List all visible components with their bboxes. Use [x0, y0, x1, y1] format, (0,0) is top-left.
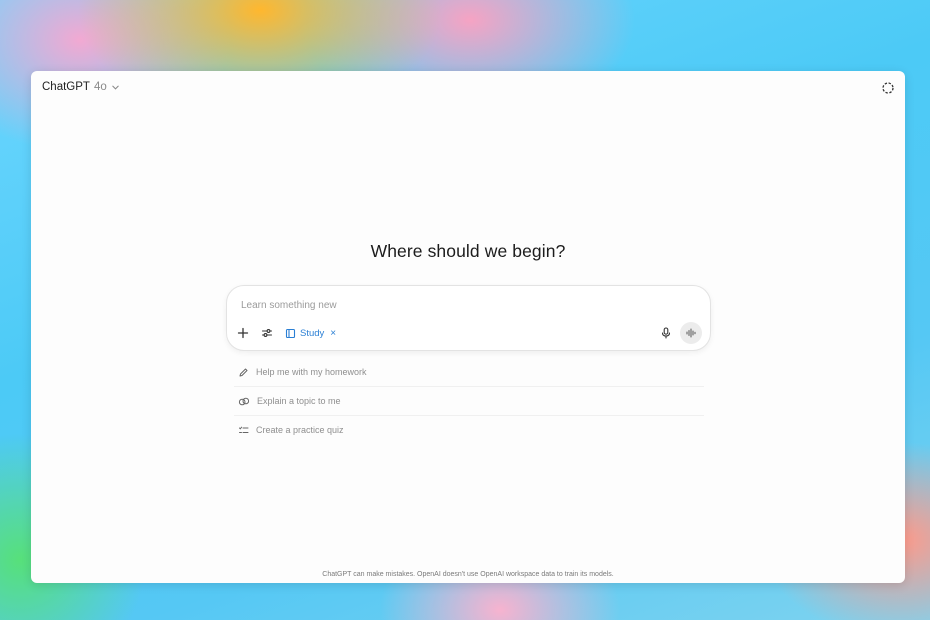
microphone-icon — [661, 327, 671, 339]
model-name: ChatGPT — [42, 81, 90, 93]
disclaimer: ChatGPT can make mistakes. OpenAI doesn'… — [322, 571, 614, 578]
temporary-chat-button[interactable] — [881, 81, 895, 95]
checklist-icon — [239, 426, 249, 433]
dashed-circle-icon — [882, 82, 894, 94]
page-title: Where should we begin? — [370, 241, 566, 261]
suggestion-label: Create a practice quiz — [256, 425, 344, 435]
composer: Study × — [226, 285, 711, 351]
tools-sliders-icon — [261, 329, 273, 337]
voice-waveform-icon — [686, 328, 696, 338]
add-attachment-button[interactable] — [233, 323, 253, 343]
suggestion-practice-quiz[interactable]: Create a practice quiz — [234, 416, 704, 444]
book-icon — [285, 328, 296, 338]
suggestion-label: Explain a topic to me — [257, 396, 341, 406]
chat-window: ChatGPT 4o Where should we begin? Learn … — [31, 71, 905, 583]
voice-mode-button[interactable] — [680, 322, 702, 344]
tools-button[interactable] — [257, 323, 277, 343]
pencil-icon — [239, 368, 248, 376]
suggestion-explain-topic[interactable]: Explain a topic to me — [234, 387, 704, 416]
study-chip-label: Study — [300, 327, 325, 339]
chevron-down-icon — [111, 85, 119, 90]
close-icon[interactable]: × — [330, 328, 336, 339]
dictate-button[interactable] — [656, 323, 676, 343]
suggestion-list: Help me with my homework Explain a topic… — [234, 358, 704, 444]
model-selector[interactable]: ChatGPT 4o — [42, 81, 120, 93]
study-mode-chip[interactable]: Study × — [285, 324, 336, 342]
model-version: 4o — [93, 81, 107, 93]
suggestion-homework[interactable]: Help me with my homework — [234, 358, 704, 387]
plus-icon — [237, 327, 249, 339]
suggestion-label: Help me with my homework — [256, 367, 367, 377]
link-icon — [238, 397, 250, 405]
prompt-input[interactable] — [239, 297, 643, 313]
